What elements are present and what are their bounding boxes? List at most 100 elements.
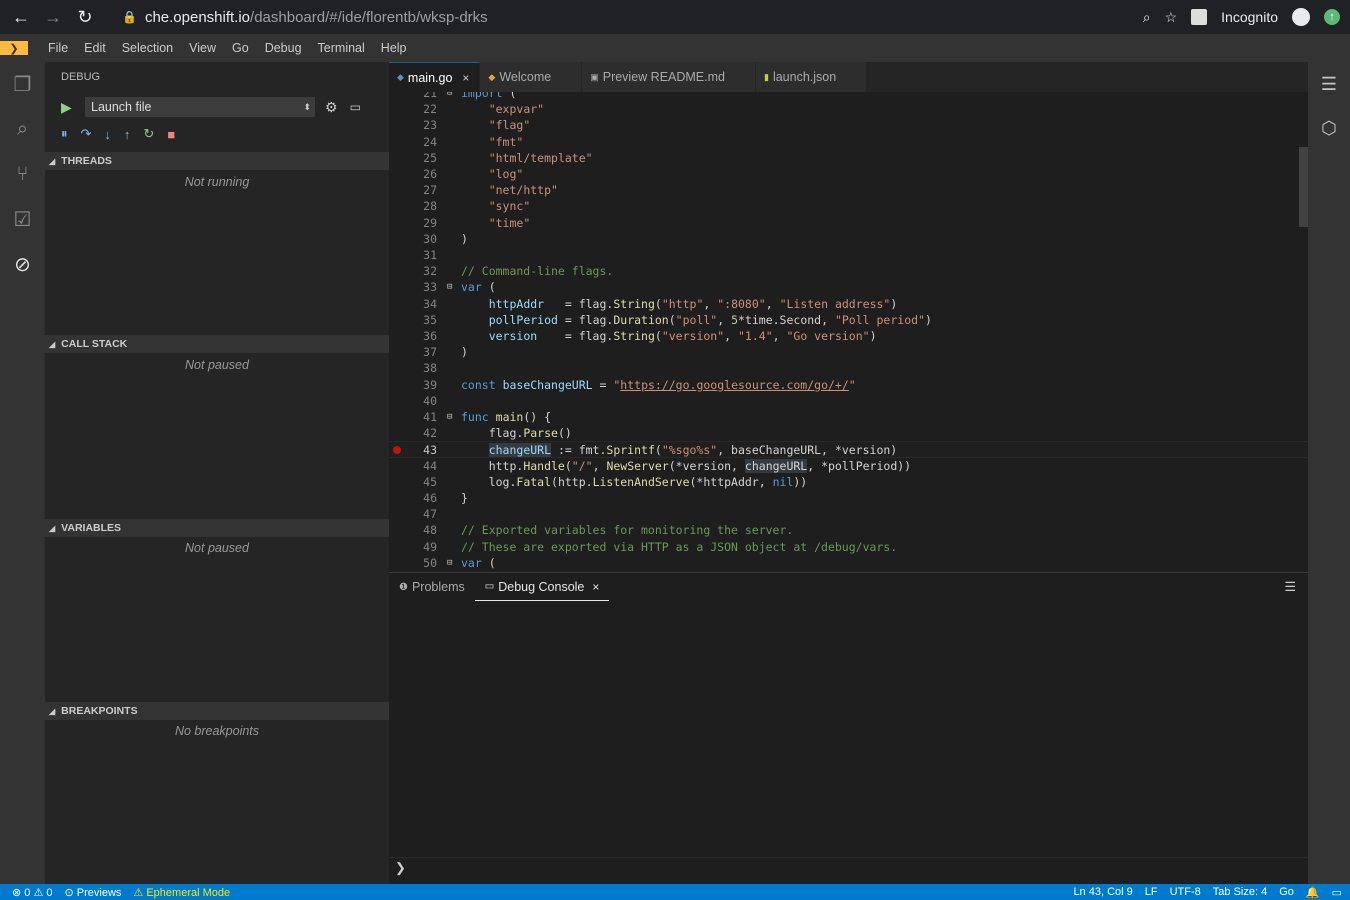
fold-icon[interactable]: ⊟ xyxy=(447,92,452,101)
info-icon: ❶ xyxy=(399,581,408,593)
reload-icon[interactable]: ↻ xyxy=(74,6,96,28)
code-line[interactable]: 23 "flag" xyxy=(389,117,1308,133)
restart-icon[interactable]: ↻ xyxy=(143,126,154,142)
menu-edit[interactable]: Edit xyxy=(76,41,114,55)
problems-counter[interactable]: ⊗ 0 ⚠ 0 xyxy=(12,886,53,899)
menu-help[interactable]: Help xyxy=(373,41,415,55)
code-line[interactable]: 43 changeURL := fmt.Sprintf("%sgo%s", ba… xyxy=(389,441,1308,458)
variables-header[interactable]: ◢ VARIABLES xyxy=(45,519,389,537)
profile-label: Incognito xyxy=(1221,9,1278,25)
code-line[interactable]: 45 log.Fatal(http.ListenAndServe(*httpAd… xyxy=(389,474,1308,490)
code-line[interactable]: 27 "net/http" xyxy=(389,182,1308,198)
stop-icon[interactable]: ■ xyxy=(167,127,175,142)
code-line[interactable]: 42 flag.Parse() xyxy=(389,425,1308,441)
tab-preview-readme[interactable]: ▣ Preview README.md xyxy=(582,62,756,92)
tab-welcome[interactable]: ◆ Welcome xyxy=(480,62,583,92)
code-line[interactable]: 35 pollPeriod = flag.Duration("poll", 5*… xyxy=(389,312,1308,328)
step-into-icon[interactable]: ↓ xyxy=(104,127,111,142)
code-line[interactable]: 24 "fmt" xyxy=(389,134,1308,150)
tab-main-go[interactable]: ◆ main.go × xyxy=(389,62,481,92)
code-line[interactable]: 47 xyxy=(389,506,1308,522)
code-line[interactable]: 46} xyxy=(389,490,1308,506)
close-icon[interactable]: × xyxy=(592,580,599,594)
code-line[interactable]: 38 xyxy=(389,360,1308,376)
tab-debug-console[interactable]: ▭ Debug Console × xyxy=(474,573,610,601)
code-line[interactable]: 49 // These are exported via HTTP as a JS… xyxy=(389,539,1308,555)
tab-problems[interactable]: ❶ Problems xyxy=(389,573,475,601)
explorer-icon[interactable]: ❐ xyxy=(0,62,45,107)
console-input[interactable]: ❯ xyxy=(395,860,406,876)
search-icon[interactable]: ⌕ xyxy=(0,107,45,152)
tab-launch-json[interactable]: ▮ launch.json xyxy=(755,62,868,92)
fold-icon[interactable]: ⊟ xyxy=(447,555,452,570)
code-line[interactable]: 40 xyxy=(389,393,1308,409)
code-line[interactable]: 36 version = flag.String("version", "1.4… xyxy=(389,328,1308,344)
menu-view[interactable]: View xyxy=(181,41,224,55)
code-editor[interactable]: 21 ⊟ import (22 "expvar" 23 "flag" 24 "fmt" 2… xyxy=(389,92,1308,570)
code-line[interactable]: 44 http.Handle("/", NewServer(*version, … xyxy=(389,458,1308,474)
breakpoints-header[interactable]: ◢ BREAKPOINTS xyxy=(45,702,389,720)
debug-console-icon[interactable]: ▭ xyxy=(350,100,361,114)
outline-icon[interactable]: ☰ xyxy=(1308,62,1350,106)
code-line[interactable]: 22 "expvar" xyxy=(389,101,1308,117)
ephemeral-mode-badge[interactable]: ⚠ Ephemeral Mode xyxy=(133,886,230,899)
start-debugging-icon[interactable]: ▶ xyxy=(61,99,81,116)
code-line[interactable]: 37) xyxy=(389,344,1308,360)
code-line[interactable]: 41 ⊟ func main() { xyxy=(389,409,1308,425)
debug-icon[interactable]: ⊘ xyxy=(0,242,45,287)
code-line[interactable]: 50 ⊟ var ( xyxy=(389,555,1308,570)
zoom-icon[interactable]: ⌕ xyxy=(1143,9,1151,26)
update-icon[interactable]: ↑ xyxy=(1324,9,1340,25)
bell-icon[interactable]: 🔔 xyxy=(1306,886,1320,899)
call-stack-header[interactable]: ◢ CALL STACK xyxy=(45,335,389,353)
language-indicator[interactable]: Go xyxy=(1279,886,1294,898)
eol-indicator[interactable]: LF xyxy=(1145,886,1158,898)
tab-size-indicator[interactable]: Tab Size: 4 xyxy=(1213,886,1267,898)
step-over-icon[interactable]: ↷ xyxy=(81,126,92,142)
clear-console-icon[interactable]: ☰ xyxy=(1284,579,1296,595)
gear-icon[interactable]: ⚙ xyxy=(325,99,338,116)
source-control-icon[interactable]: ⑂ xyxy=(0,152,45,197)
menu-selection[interactable]: Selection xyxy=(114,41,181,55)
menu-go[interactable]: Go xyxy=(224,41,257,55)
menu-terminal[interactable]: Terminal xyxy=(310,41,373,55)
menu-file[interactable]: File xyxy=(40,41,76,55)
fold-icon[interactable]: ⊟ xyxy=(447,409,452,425)
status-bar: ⊗ 0 ⚠ 0 ⊙ Previews ⚠ Ephemeral Mode Ln 4… xyxy=(0,884,1350,900)
code-line[interactable]: 26 "log" xyxy=(389,166,1308,182)
code-line[interactable]: 25 "html/template" xyxy=(389,150,1308,166)
extension-icon[interactable] xyxy=(1191,9,1208,25)
preview-icon: ▣ xyxy=(590,71,599,82)
launch-config-select[interactable]: Launch file ⬍ xyxy=(85,97,315,117)
code-line[interactable]: 34 httpAddr = flag.String("http", ":8080… xyxy=(389,296,1308,312)
line-number: 43 xyxy=(423,443,437,458)
code-line[interactable]: 31 xyxy=(389,247,1308,263)
code-line[interactable]: 39 const baseChangeURL = "https://go.goog… xyxy=(389,377,1308,393)
step-out-icon[interactable]: ↑ xyxy=(124,127,131,142)
incognito-icon[interactable] xyxy=(1292,8,1310,26)
back-icon[interactable]: ← xyxy=(10,6,32,28)
encoding-indicator[interactable]: UTF-8 xyxy=(1170,886,1201,898)
code-line[interactable]: 30) xyxy=(389,231,1308,247)
close-icon[interactable]: × xyxy=(462,71,469,85)
code-line[interactable]: 33 ⊟ var ( xyxy=(389,279,1308,295)
menu-debug[interactable]: Debug xyxy=(257,41,310,55)
code-text: // These are exported via HTTP as a JSON… xyxy=(461,539,898,554)
cursor-position[interactable]: Ln 43, Col 9 xyxy=(1073,886,1132,898)
layout-icon[interactable]: ▭ xyxy=(1332,886,1342,899)
previews-button[interactable]: ⊙ Previews xyxy=(65,886,122,899)
code-text: } xyxy=(461,491,468,505)
bookmark-star-icon[interactable]: ☆ xyxy=(1165,9,1178,26)
forward-icon[interactable]: → xyxy=(42,6,64,28)
tasks-icon[interactable]: ☑ xyxy=(0,197,45,242)
workspace-icon[interactable]: ⬡ xyxy=(1308,106,1350,150)
threads-header[interactable]: ◢ THREADS xyxy=(45,152,389,170)
code-line[interactable]: 29 "time" xyxy=(389,215,1308,231)
code-line[interactable]: 28 "sync" xyxy=(389,198,1308,214)
fold-icon[interactable]: ⊟ xyxy=(447,279,452,295)
address-bar[interactable]: che.openshift.io/dashboard/#/ide/florent… xyxy=(145,9,488,26)
code-line[interactable]: 48 // Exported variables for monitoring t… xyxy=(389,522,1308,538)
code-line[interactable]: 32 // Command-line flags. xyxy=(389,263,1308,279)
pause-icon[interactable]: ⏸ xyxy=(61,126,68,142)
code-line[interactable]: 21 ⊟ import ( xyxy=(389,92,1308,101)
